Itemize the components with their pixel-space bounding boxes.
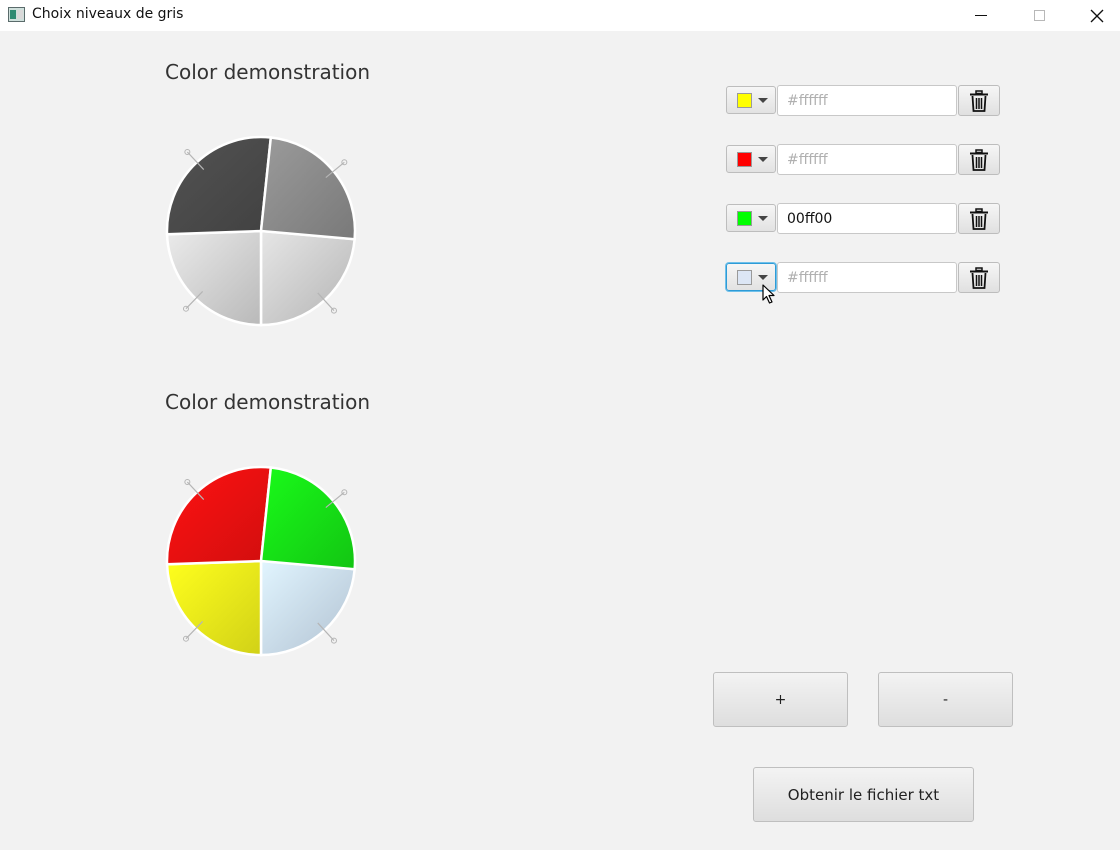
hex-color-input[interactable] [777,144,957,175]
pie-label-dot [184,479,191,486]
delete-button[interactable] [958,203,1000,234]
mouse-cursor-icon [762,284,775,304]
pie-slice [165,135,273,236]
trash-icon [970,89,988,112]
pie-slice [165,465,273,566]
chevron-down-icon [758,216,768,221]
pie-slice [165,559,263,657]
hex-color-input[interactable] [777,85,957,116]
hex-color-input[interactable] [777,203,957,234]
get-txt-file-button[interactable]: Obtenir le fichier txt [753,767,974,822]
title-bar: Choix niveaux de gris [0,0,1120,31]
pie-slice [165,229,263,327]
color-swatch [737,152,752,167]
minimize-button[interactable] [958,0,1004,31]
chevron-down-icon [758,275,768,280]
color-row [726,202,1000,234]
color-swatch [737,93,752,108]
color-picker-button[interactable] [726,204,776,232]
close-icon [1090,9,1104,22]
close-button[interactable] [1074,0,1120,31]
trash-icon [970,207,988,230]
hex-color-input[interactable] [777,262,957,293]
minimize-icon [975,15,987,16]
chevron-down-icon [758,98,768,103]
chart-title-color: Color demonstration [165,390,371,414]
maximize-button[interactable] [1016,0,1062,31]
color-swatch [737,270,752,285]
color-swatch [737,211,752,226]
delete-button[interactable] [958,144,1000,175]
pie-label-dot [330,637,337,644]
color-row [726,84,1000,116]
trash-icon [970,148,988,171]
add-row-button[interactable]: + [713,672,848,727]
color-pie-chart [165,465,357,657]
color-row [726,143,1000,175]
color-picker-button[interactable] [726,86,776,114]
pie-slice [259,466,357,571]
maximize-icon [1033,10,1045,21]
delete-button[interactable] [958,85,1000,116]
color-picker-button[interactable] [726,145,776,173]
pie-label-dot [182,305,189,312]
chart-title-grayscale: Color demonstration [165,60,371,84]
pie-slice [259,136,357,241]
delete-button[interactable] [958,262,1000,293]
chevron-down-icon [758,157,768,162]
trash-icon [970,266,988,289]
app-window-icon [8,7,25,22]
grayscale-pie-chart [165,135,357,327]
pie-label-dot [182,635,189,642]
pie-slice [259,559,356,657]
pie-label-dot [184,149,191,156]
pie-slice [259,229,356,327]
window-title: Choix niveaux de gris [32,6,184,22]
remove-row-button[interactable]: - [878,672,1013,727]
